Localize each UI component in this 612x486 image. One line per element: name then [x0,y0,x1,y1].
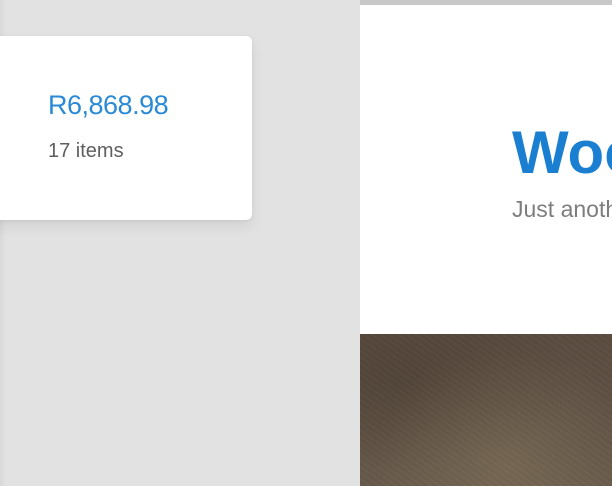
site-preview-panel: Woo Just another [360,0,612,486]
mini-cart-card[interactable]: R6,868.98 17 items [0,36,252,220]
hero-image [360,334,612,486]
cart-item-count: 17 items [48,140,124,162]
page: R6,868.98 17 items Woo Just another [0,0,612,486]
site-header: Woo Just another [360,5,612,334]
site-tagline: Just another [512,196,612,222]
site-title[interactable]: Woo [512,123,612,183]
cart-total[interactable]: R6,868.98 [48,92,169,119]
